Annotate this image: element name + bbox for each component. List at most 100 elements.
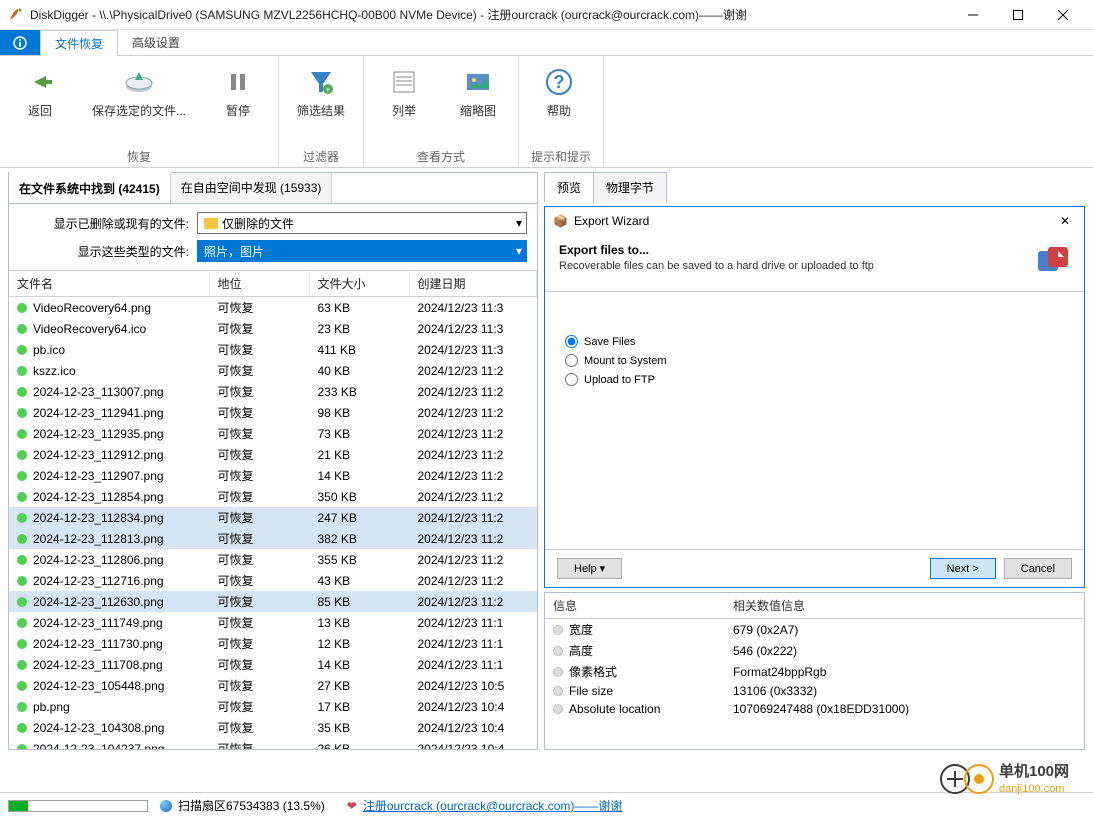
pause-button[interactable]: 暂停 xyxy=(210,62,266,144)
wizard-help-button[interactable]: Help ▾ xyxy=(557,558,622,579)
table-row[interactable]: VideoRecovery64.ico可恢复23 KB2024/12/23 11… xyxy=(9,318,537,339)
svg-text:+: + xyxy=(326,85,331,94)
info-button[interactable] xyxy=(0,30,40,55)
table-row[interactable]: 2024-12-23_104237.png可恢复26 KB2024/12/23 … xyxy=(9,738,537,749)
window-title: DiskDigger - \\.\PhysicalDrive0 (SAMSUNG… xyxy=(30,6,950,23)
folder-icon xyxy=(204,218,218,229)
table-row[interactable]: 2024-12-23_112813.png可恢复382 KB2024/12/23… xyxy=(9,528,537,549)
info-row: 高度546 (0x222) xyxy=(545,640,1084,661)
help-button[interactable]: ? 帮助 xyxy=(531,62,587,144)
status-dot-icon xyxy=(17,681,27,691)
table-row[interactable]: pb.ico可恢复411 KB2024/12/23 11:3 xyxy=(9,339,537,360)
arrow-left-icon xyxy=(24,66,56,98)
table-row[interactable]: 2024-12-23_112834.png可恢复247 KB2024/12/23… xyxy=(9,507,537,528)
table-row[interactable]: 2024-12-23_112935.png可恢复73 KB2024/12/23 … xyxy=(9,423,537,444)
save-selected-button[interactable]: 保存选定的文件... xyxy=(86,62,192,144)
status-dot-icon xyxy=(17,513,27,523)
table-row[interactable]: 2024-12-23_104308.png可恢复35 KB2024/12/23 … xyxy=(9,717,537,738)
info-col-key: 信息 xyxy=(553,597,733,614)
tab-file-recovery[interactable]: 文件恢复 xyxy=(40,30,118,56)
group-label: 过滤器 xyxy=(291,144,351,165)
table-row[interactable]: pb.png可恢复17 KB2024/12/23 10:4 xyxy=(9,696,537,717)
info-row: File size13106 (0x3332) xyxy=(545,682,1084,700)
table-row[interactable]: 2024-12-23_105448.png可恢复27 KB2024/12/23 … xyxy=(9,675,537,696)
chevron-down-icon: ▾ xyxy=(516,244,522,258)
info-row: Absolute location107069247488 (0x18EDD31… xyxy=(545,700,1084,718)
status-dot-icon xyxy=(17,324,27,334)
status-dot-icon xyxy=(17,702,27,712)
table-row[interactable]: kszz.ico可恢复40 KB2024/12/23 11:2 xyxy=(9,360,537,381)
bullet-icon xyxy=(553,704,563,714)
status-dot-icon xyxy=(17,492,27,502)
globe-icon xyxy=(160,800,172,812)
svg-text:?: ? xyxy=(554,72,565,92)
col-filename[interactable]: 文件名 xyxy=(9,271,209,297)
menubar: 文件恢复 高级设置 xyxy=(0,30,1093,56)
col-size[interactable]: 文件大小 xyxy=(309,271,409,297)
status-dot-icon xyxy=(17,345,27,355)
close-button[interactable] xyxy=(1040,0,1085,30)
wizard-next-button[interactable]: Next > xyxy=(930,558,996,579)
funnel-icon: + xyxy=(305,66,337,98)
status-dot-icon xyxy=(17,639,27,649)
list-view-button[interactable]: 列举 xyxy=(376,62,432,144)
status-dot-icon xyxy=(17,303,27,313)
table-row[interactable]: 2024-12-23_111730.png可恢复12 KB2024/12/23 … xyxy=(9,633,537,654)
radio-mount-system[interactable]: Mount to System xyxy=(565,351,1064,370)
wizard-cancel-button[interactable]: Cancel xyxy=(1004,558,1072,579)
status-dot-icon xyxy=(17,429,27,439)
col-status[interactable]: 地位 xyxy=(209,271,309,297)
filter-type-select[interactable]: 照片，图片▾ xyxy=(197,240,527,262)
back-button[interactable]: 返回 xyxy=(12,62,68,144)
help-icon: ? xyxy=(543,66,575,98)
thumbnail-view-button[interactable]: 缩略图 xyxy=(450,62,506,144)
table-row[interactable]: 2024-12-23_112912.png可恢复21 KB2024/12/23 … xyxy=(9,444,537,465)
table-row[interactable]: 2024-12-23_112941.png可恢复98 KB2024/12/23 … xyxy=(9,402,537,423)
pause-icon xyxy=(222,66,254,98)
filter-deleted-label: 显示已删除或现有的文件: xyxy=(19,215,189,232)
table-row[interactable]: 2024-12-23_113007.png可恢复233 KB2024/12/23… xyxy=(9,381,537,402)
bullet-icon xyxy=(553,686,563,696)
bullet-icon xyxy=(553,646,563,656)
table-row[interactable]: 2024-12-23_111708.png可恢复14 KB2024/12/23 … xyxy=(9,654,537,675)
minimize-button[interactable] xyxy=(950,0,995,30)
heart-icon: ❤ xyxy=(347,799,357,813)
export-icon xyxy=(1034,243,1070,279)
col-date[interactable]: 创建日期 xyxy=(409,271,537,297)
filter-results-button[interactable]: + 筛选结果 xyxy=(291,62,351,144)
table-row[interactable]: 2024-12-23_112806.png可恢复355 KB2024/12/23… xyxy=(9,549,537,570)
status-dot-icon xyxy=(17,366,27,376)
list-icon xyxy=(388,66,420,98)
table-row[interactable]: VideoRecovery64.png可恢复63 KB2024/12/23 11… xyxy=(9,297,537,319)
table-row[interactable]: 2024-12-23_112630.png可恢复85 KB2024/12/23 … xyxy=(9,591,537,612)
table-row[interactable]: 2024-12-23_112854.png可恢复350 KB2024/12/23… xyxy=(9,486,537,507)
drive-icon xyxy=(123,66,155,98)
table-row[interactable]: 2024-12-23_111749.png可恢复13 KB2024/12/23 … xyxy=(9,612,537,633)
tab-bytes[interactable]: 物理字节 xyxy=(593,172,667,202)
tab-filesystem-found[interactable]: 在文件系统中找到 (42415) xyxy=(9,172,171,203)
table-row[interactable]: 2024-12-23_112716.png可恢复43 KB2024/12/23 … xyxy=(9,570,537,591)
tab-preview[interactable]: 预览 xyxy=(544,172,594,202)
status-dot-icon xyxy=(17,450,27,460)
tab-freespace-found[interactable]: 在自由空间中发现 (15933) xyxy=(171,173,333,203)
status-dot-icon xyxy=(17,471,27,481)
scan-status-text: 扫描扇区67534383 (13.5%) xyxy=(178,797,325,814)
app-icon xyxy=(8,7,24,23)
titlebar: DiskDigger - \\.\PhysicalDrive0 (SAMSUNG… xyxy=(0,0,1093,30)
info-col-value: 相关数值信息 xyxy=(733,597,805,614)
tab-advanced-settings[interactable]: 高级设置 xyxy=(118,30,194,55)
file-table[interactable]: 文件名 地位 文件大小 创建日期 VideoRecovery64.png可恢复6… xyxy=(9,270,537,749)
radio-save-files[interactable]: Save Files xyxy=(565,332,1064,351)
radio-upload-ftp[interactable]: Upload to FTP xyxy=(565,370,1064,389)
status-dot-icon xyxy=(17,555,27,565)
export-wizard-dialog: 📦 Export Wizard ✕ Export files to... Rec… xyxy=(544,206,1085,588)
group-label: 提示和提示 xyxy=(531,144,591,165)
scan-progress xyxy=(8,800,148,812)
wizard-close-button[interactable]: ✕ xyxy=(1054,214,1076,228)
table-row[interactable]: 2024-12-23_112907.png可恢复14 KB2024/12/23 … xyxy=(9,465,537,486)
status-dot-icon xyxy=(17,408,27,418)
register-link[interactable]: 注册ourcrack (ourcrack@ourcrack.com)——谢谢 xyxy=(363,797,623,814)
info-panel: 信息 相关数值信息 宽度679 (0x2A7)高度546 (0x222)像素格式… xyxy=(544,592,1085,750)
maximize-button[interactable] xyxy=(995,0,1040,30)
filter-deleted-select[interactable]: 仅删除的文件▾ xyxy=(197,212,527,234)
